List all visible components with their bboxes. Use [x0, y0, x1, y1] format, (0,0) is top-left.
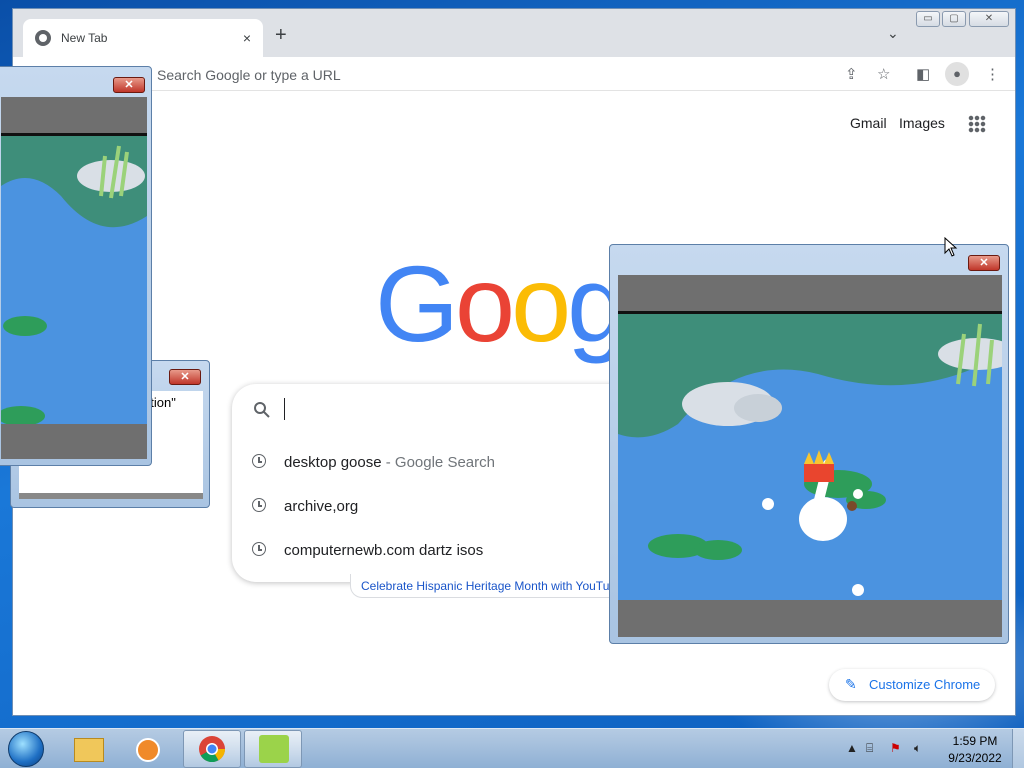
- chrome-icon: [199, 736, 226, 763]
- video-bottom-band: [618, 600, 1002, 637]
- share-icon[interactable]: ⇪: [845, 65, 858, 83]
- taskbar-media-player-button[interactable]: [120, 730, 178, 768]
- maximize-button[interactable]: ▢: [942, 11, 966, 27]
- taskbar-explorer-button[interactable]: [60, 730, 118, 768]
- clock-time[interactable]: 1:59 PM: [940, 734, 1010, 748]
- video-top-band: [1, 97, 147, 133]
- show-hidden-icons-icon[interactable]: ▲: [846, 741, 858, 755]
- suggestion-text: archive,org: [284, 497, 359, 515]
- history-clock-icon: [252, 542, 266, 556]
- close-button[interactable]: ✕: [169, 369, 201, 385]
- goose-video-window-right: ✕: [609, 244, 1009, 644]
- folder-icon: [74, 738, 104, 762]
- customize-chrome-label: Customize Chrome: [869, 677, 981, 692]
- images-link[interactable]: Images: [899, 115, 945, 131]
- note-bottom-bar: [19, 493, 203, 499]
- omnibox-placeholder: Search Google or type a URL: [157, 67, 341, 83]
- clock-date[interactable]: 9/23/2022: [940, 751, 1010, 765]
- search-icon: [252, 400, 272, 420]
- show-desktop-button[interactable]: [1012, 729, 1024, 768]
- tab-title: New Tab: [61, 31, 108, 45]
- side-panel-icon[interactable]: ◧: [916, 65, 930, 83]
- google-logo-letter: G: [375, 243, 459, 364]
- text-caret: [284, 398, 285, 420]
- goose-app-icon: [259, 735, 289, 763]
- tab-close-icon[interactable]: ×: [243, 30, 251, 46]
- new-tab-button[interactable]: +: [275, 25, 287, 45]
- close-button[interactable]: ✕: [113, 77, 145, 93]
- video-bottom-band: [1, 424, 147, 459]
- suggestion-text: computernewb.com dartz isos: [284, 541, 484, 559]
- taskbar: ▲ ⌸ ⚑ 🔈︎ 1:59 PM 9/23/2022: [0, 728, 1024, 768]
- gmail-link[interactable]: Gmail: [850, 115, 887, 131]
- video-top-band: [618, 275, 1002, 311]
- profile-avatar-icon[interactable]: ●: [945, 62, 969, 86]
- desktop: New Tab × + ⌄ ▭ ▢ ✕ Search Google or typ…: [0, 0, 1024, 728]
- doodle-promo-text: Celebrate Hispanic Heritage Month with Y…: [361, 579, 617, 593]
- tab-search-chevron-icon[interactable]: ⌄: [887, 25, 899, 42]
- history-clock-icon: [252, 498, 266, 512]
- omnibox[interactable]: Search Google or type a URL: [143, 62, 843, 88]
- close-button[interactable]: ✕: [968, 255, 1000, 271]
- tab-strip: New Tab × + ⌄ ▭ ▢ ✕: [13, 9, 1015, 57]
- mouse-cursor-icon: [944, 237, 958, 257]
- goose-video-frame: [1, 97, 147, 459]
- google-logo-letter: o: [455, 243, 515, 364]
- close-window-button[interactable]: ✕: [969, 11, 1009, 27]
- doodle-promo-chip[interactable]: Celebrate Hispanic Heritage Month with Y…: [350, 574, 650, 598]
- volume-icon[interactable]: 🔈︎: [914, 741, 921, 756]
- suggestion-text: desktop goose - Google Search: [284, 453, 495, 471]
- chrome-favicon-icon: [35, 30, 51, 46]
- bookmark-star-icon[interactable]: ☆: [877, 65, 890, 83]
- pond-scene-right: [618, 314, 1002, 600]
- network-icon[interactable]: ⌸: [866, 741, 873, 756]
- taskbar-chrome-button[interactable]: [183, 730, 241, 768]
- action-center-icon[interactable]: ⚑: [890, 741, 901, 755]
- start-button[interactable]: [8, 731, 44, 767]
- pencil-icon: ✎: [845, 676, 857, 692]
- taskbar-goose-button[interactable]: [244, 730, 302, 768]
- toolbar: Search Google or type a URL ⇪ ☆ ◧ ● ⋮: [13, 57, 1015, 91]
- google-apps-icon[interactable]: [968, 115, 986, 133]
- google-logo-letter: o: [511, 243, 571, 364]
- tab-new-tab[interactable]: New Tab ×: [23, 19, 263, 57]
- pond-scene-left: [1, 136, 147, 424]
- history-clock-icon: [252, 454, 266, 468]
- more-menu-icon[interactable]: ⋮: [985, 65, 1000, 83]
- media-player-icon: [136, 738, 160, 762]
- minimize-button[interactable]: ▭: [916, 11, 940, 27]
- customize-chrome-button[interactable]: ✎ Customize Chrome: [829, 669, 995, 701]
- goose-video-frame: [618, 275, 1002, 637]
- goose-video-window-left: ✕: [0, 66, 152, 466]
